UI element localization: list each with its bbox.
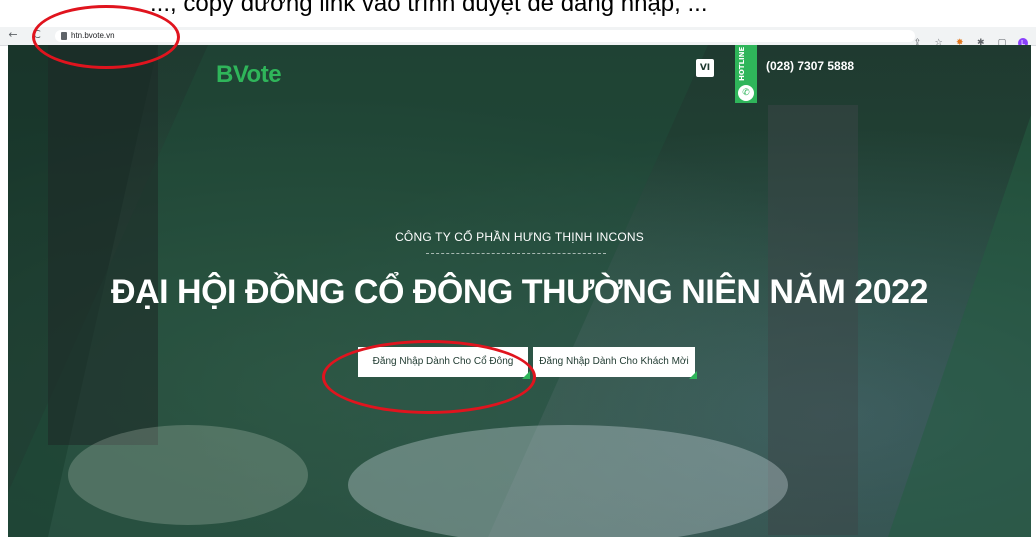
bg-documents-left [68, 425, 308, 525]
browser-toolbar: ← C htn.bvote.vn ⇪ ☆ ✸ ✱ ▢ L [0, 27, 1036, 48]
shareholder-login-button[interactable]: Đăng Nhập Dành Cho Cổ Đông [358, 347, 530, 379]
bvote-logo[interactable]: BVote [216, 61, 282, 89]
company-divider [426, 253, 606, 254]
guest-login-button[interactable]: Đăng Nhập Dành Cho Khách Mời [533, 347, 697, 379]
hotline-tab[interactable]: HOTLINE ✆ [735, 45, 757, 103]
caption-strip: ..., copy đường link vào trình duyệt để … [0, 0, 1036, 27]
back-icon[interactable]: ← [6, 28, 20, 42]
address-bar[interactable]: htn.bvote.vn [55, 30, 915, 42]
phone-icon: ✆ [738, 85, 754, 101]
button-corner-accent [522, 371, 530, 379]
extension-icons: ⇪ ☆ ✸ ✱ ▢ L [907, 30, 1028, 48]
bg-figure-right [768, 105, 858, 535]
reload-icon[interactable]: C [30, 28, 44, 42]
bg-figure-left [48, 45, 158, 445]
button-corner-accent [689, 371, 697, 379]
shareholder-login-label: Đăng Nhập Dành Cho Cổ Đông [372, 356, 514, 367]
hero-banner: BVote VI HOTLINE ✆ (028) 7307 5888 CÔNG … [8, 45, 1031, 537]
hotline-number[interactable]: (028) 7307 5888 [766, 59, 854, 73]
lock-icon [61, 32, 67, 40]
bg-panel-right [888, 115, 1031, 537]
language-selector[interactable]: VI [696, 59, 714, 77]
hotline-label: HOTLINE [738, 46, 746, 81]
event-headline: ĐẠI HỘI ĐỒNG CỔ ĐÔNG THƯỜNG NIÊN NĂM 202… [111, 273, 928, 311]
guest-login-label: Đăng Nhập Dành Cho Khách Mời [539, 356, 689, 367]
caption-text: ..., copy đường link vào trình duyệt để … [150, 0, 708, 17]
url-text: htn.bvote.vn [71, 31, 115, 40]
company-name: CÔNG TY CỔ PHẦN HƯNG THỊNH INCONS [395, 230, 644, 244]
